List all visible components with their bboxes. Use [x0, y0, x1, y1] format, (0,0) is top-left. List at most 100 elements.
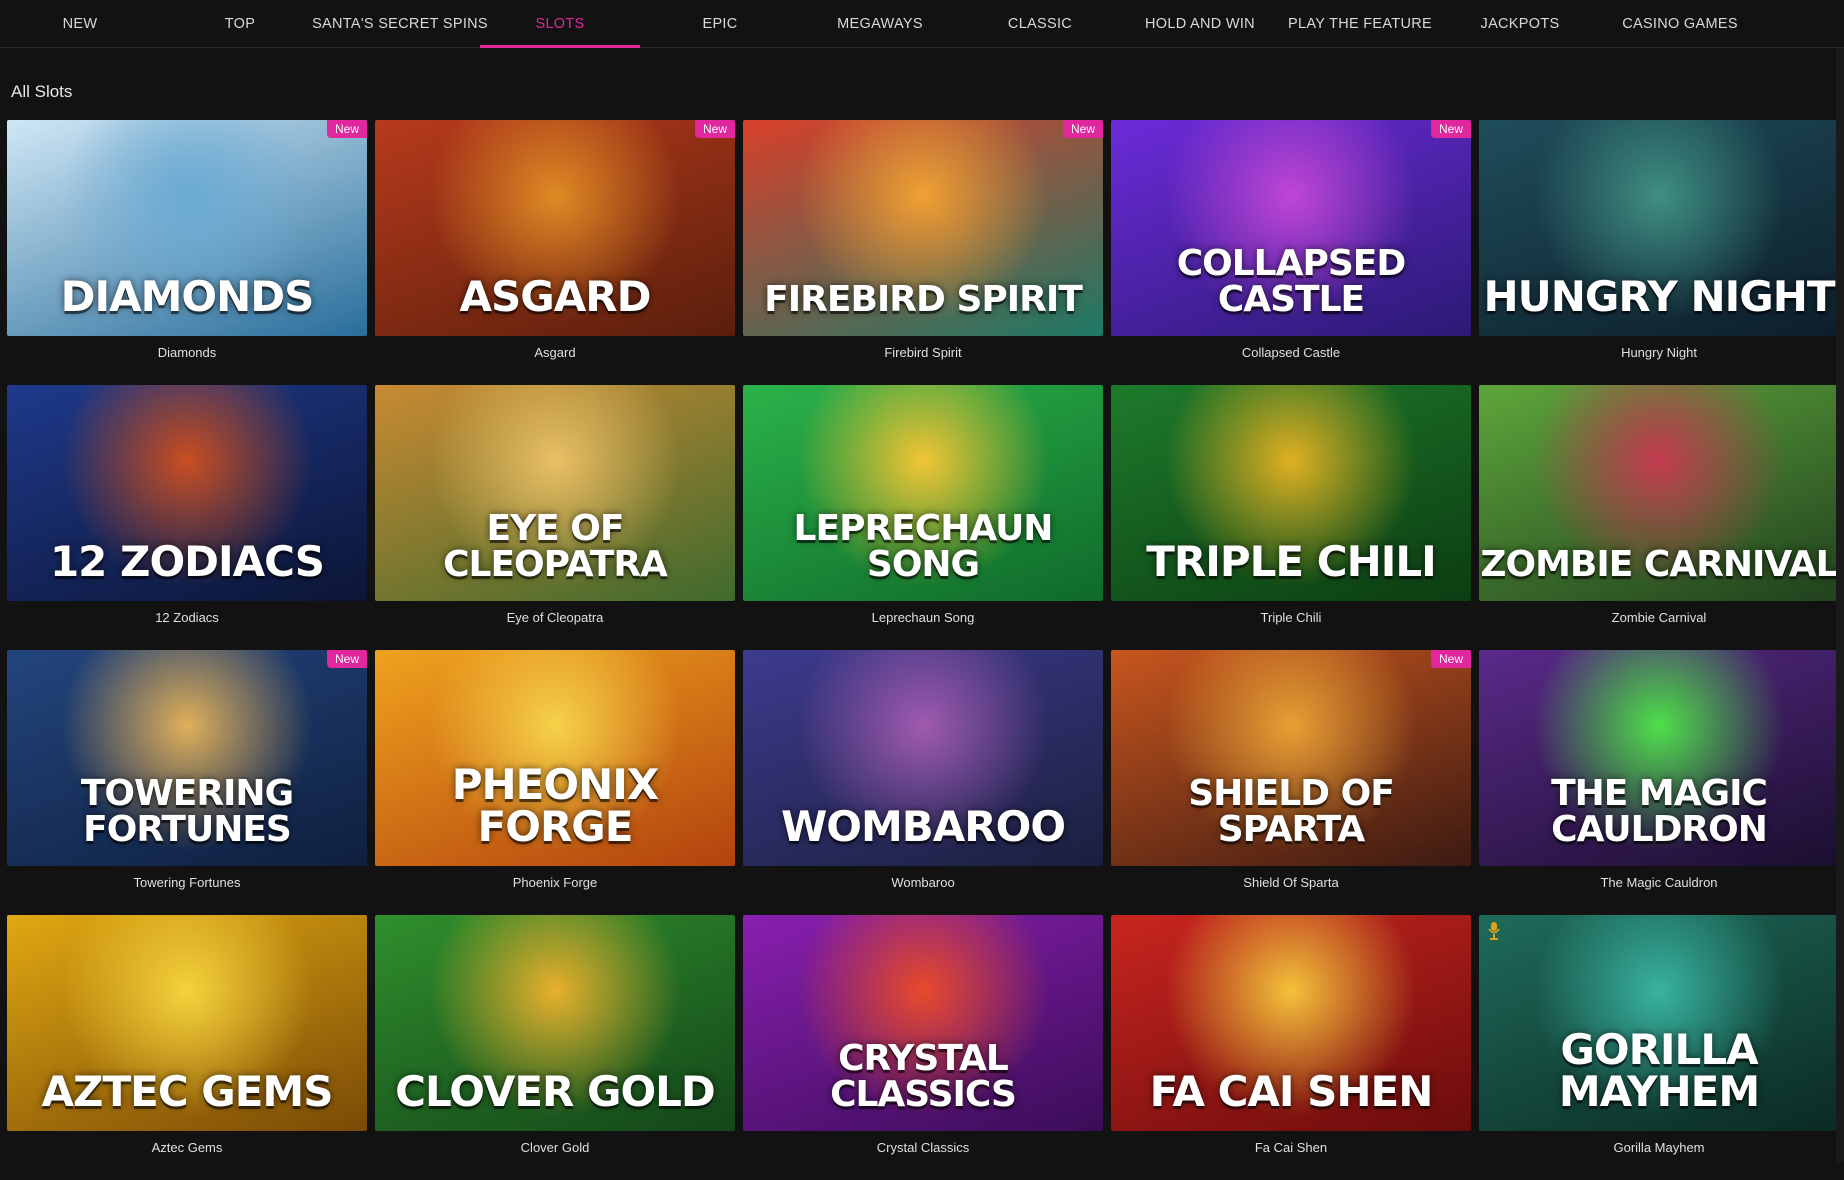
game-title[interactable]: Phoenix Forge [375, 875, 735, 890]
game-card[interactable]: WOMBAROO Wombaroo [743, 650, 1103, 915]
game-title[interactable]: 12 Zodiacs [7, 610, 367, 625]
game-logo-text: CLOVER GOLD [395, 1067, 716, 1116]
game-logo-text: EYE OF CLEOPATRA [443, 508, 668, 585]
game-thumbnail[interactable]: COLLAPSED CASTLE New [1111, 120, 1471, 336]
section-title: All Slots [11, 82, 73, 101]
game-title[interactable]: Firebird Spirit [743, 345, 1103, 360]
game-logo-text: COLLAPSED CASTLE [1176, 243, 1407, 320]
game-logo-text: HUNGRY NIGHT [1483, 272, 1835, 321]
game-title[interactable]: Crystal Classics [743, 1140, 1103, 1155]
game-card[interactable]: FIREBIRD SPIRIT New Firebird Spirit [743, 120, 1103, 385]
game-card[interactable]: TOWERING FORTUNES New Towering Fortunes [7, 650, 367, 915]
game-thumbnail[interactable]: GORILLA MAYHEM [1479, 915, 1839, 1131]
game-card[interactable]: PHEONIX FORGE Phoenix Forge [375, 650, 735, 915]
game-logo-text: DIAMONDS [60, 272, 315, 321]
game-thumbnail[interactable]: ZOMBIE CARNIVAL [1479, 385, 1839, 601]
game-logo-text: ZOMBIE CARNIVAL [1480, 544, 1838, 585]
game-thumbnail[interactable]: SHIELD OF SPARTA New [1111, 650, 1471, 866]
tab-play-the-feature[interactable]: PLAY THE FEATURE [1280, 0, 1440, 47]
game-thumbnail[interactable]: FA CAI SHEN [1111, 915, 1471, 1131]
game-title[interactable]: Towering Fortunes [7, 875, 367, 890]
game-logo-text: 12 ZODIACS [49, 537, 325, 586]
game-title[interactable]: Aztec Gems [7, 1140, 367, 1155]
game-thumbnail[interactable]: TOWERING FORTUNES New [7, 650, 367, 866]
tab-santa-s-secret-spins[interactable]: SANTA'S SECRET SPINS [312, 0, 488, 47]
new-badge: New [326, 120, 367, 138]
category-nav: NEW TOP SANTA'S SECRET SPINS SLOTS EPIC MEGAW… [0, 0, 1844, 48]
new-badge: New [1062, 120, 1103, 138]
game-title[interactable]: Triple Chili [1111, 610, 1471, 625]
game-card[interactable]: ASGARD New Asgard [375, 120, 735, 385]
trophy-icon [1488, 922, 1500, 940]
game-thumbnail[interactable]: HUNGRY NIGHT [1479, 120, 1839, 336]
game-logo-text: SHIELD OF SPARTA [1188, 773, 1395, 850]
game-title[interactable]: Fa Cai Shen [1111, 1140, 1471, 1155]
game-logo-text: WOMBAROO [780, 802, 1066, 851]
new-badge: New [1430, 650, 1471, 668]
new-badge: New [1430, 120, 1471, 138]
game-card[interactable]: COLLAPSED CASTLE New Collapsed Castle [1111, 120, 1471, 385]
game-title[interactable]: Hungry Night [1479, 345, 1839, 360]
tab-jackpots[interactable]: JACKPOTS [1440, 0, 1600, 47]
game-card[interactable]: ZOMBIE CARNIVAL Zombie Carnival [1479, 385, 1839, 650]
game-logo-text: TRIPLE CHILI [1146, 537, 1436, 586]
game-thumbnail[interactable]: TRIPLE CHILI [1111, 385, 1471, 601]
game-title[interactable]: Collapsed Castle [1111, 345, 1471, 360]
game-thumbnail[interactable]: AZTEC GEMS [7, 915, 367, 1131]
game-thumbnail[interactable]: EYE OF CLEOPATRA [375, 385, 735, 601]
game-thumbnail[interactable]: THE MAGIC CAULDRON [1479, 650, 1839, 866]
game-title[interactable]: Asgard [375, 345, 735, 360]
game-card[interactable]: THE MAGIC CAULDRON The Magic Cauldron [1479, 650, 1839, 915]
games-grid: DIAMONDS New Diamonds ASGARD New Asgard FIREBI… [7, 120, 1839, 1180]
game-title[interactable]: Eye of Cleopatra [375, 610, 735, 625]
game-thumbnail[interactable]: CLOVER GOLD [375, 915, 735, 1131]
game-logo-text: AZTEC GEMS [41, 1067, 334, 1116]
game-thumbnail[interactable]: WOMBAROO [743, 650, 1103, 866]
game-card[interactable]: AZTEC GEMS Aztec Gems [7, 915, 367, 1180]
game-logo-text: GORILLA MAYHEM [1558, 1025, 1760, 1116]
game-thumbnail[interactable]: LEPRECHAUN SONG [743, 385, 1103, 601]
game-logo-text: FIREBIRD SPIRIT [764, 279, 1083, 320]
game-logo-text: CRYSTAL CLASSICS [830, 1038, 1017, 1115]
game-card[interactable]: HUNGRY NIGHT Hungry Night [1479, 120, 1839, 385]
tab-slots[interactable]: SLOTS [480, 0, 640, 48]
new-badge: New [694, 120, 735, 138]
game-thumbnail[interactable]: DIAMONDS New [7, 120, 367, 336]
game-title[interactable]: Zombie Carnival [1479, 610, 1839, 625]
game-card[interactable]: DIAMONDS New Diamonds [7, 120, 367, 385]
game-card[interactable]: GORILLA MAYHEM Gorilla Mayhem [1479, 915, 1839, 1180]
new-badge: New [326, 650, 367, 668]
game-card[interactable]: SHIELD OF SPARTA New Shield Of Sparta [1111, 650, 1471, 915]
game-title[interactable]: Wombaroo [743, 875, 1103, 890]
game-card[interactable]: CLOVER GOLD Clover Gold [375, 915, 735, 1180]
tab-megaways[interactable]: MEGAWAYS [800, 0, 960, 47]
game-thumbnail[interactable]: FIREBIRD SPIRIT New [743, 120, 1103, 336]
tab-casino-games[interactable]: CASINO GAMES [1600, 0, 1760, 47]
game-card[interactable]: EYE OF CLEOPATRA Eye of Cleopatra [375, 385, 735, 650]
game-card[interactable]: CRYSTAL CLASSICS Crystal Classics [743, 915, 1103, 1180]
game-card[interactable]: FA CAI SHEN Fa Cai Shen [1111, 915, 1471, 1180]
game-thumbnail[interactable]: CRYSTAL CLASSICS [743, 915, 1103, 1131]
game-title[interactable]: Gorilla Mayhem [1479, 1140, 1839, 1155]
tab-epic[interactable]: EPIC [640, 0, 800, 47]
game-logo-text: PHEONIX FORGE [451, 760, 660, 851]
game-title[interactable]: Diamonds [7, 345, 367, 360]
game-title[interactable]: Leprechaun Song [743, 610, 1103, 625]
game-thumbnail[interactable]: 12 ZODIACS [7, 385, 367, 601]
game-title[interactable]: Clover Gold [375, 1140, 735, 1155]
tab-hold-and-win[interactable]: HOLD AND WIN [1120, 0, 1280, 47]
game-card[interactable]: LEPRECHAUN SONG Leprechaun Song [743, 385, 1103, 650]
game-card[interactable]: TRIPLE CHILI Triple Chili [1111, 385, 1471, 650]
game-title[interactable]: Shield Of Sparta [1111, 875, 1471, 890]
game-logo-text: FA CAI SHEN [1149, 1067, 1434, 1116]
tab-top[interactable]: TOP [160, 0, 320, 47]
game-title[interactable]: The Magic Cauldron [1479, 875, 1839, 890]
scrollbar[interactable] [1836, 48, 1844, 1162]
tab-classic[interactable]: CLASSIC [960, 0, 1120, 47]
game-thumbnail[interactable]: ASGARD New [375, 120, 735, 336]
game-thumbnail[interactable]: PHEONIX FORGE [375, 650, 735, 866]
game-logo-text: THE MAGIC CAULDRON [1551, 773, 1768, 850]
game-logo-text: LEPRECHAUN SONG [793, 508, 1054, 585]
tab-new[interactable]: NEW [0, 0, 160, 47]
game-card[interactable]: 12 ZODIACS 12 Zodiacs [7, 385, 367, 650]
